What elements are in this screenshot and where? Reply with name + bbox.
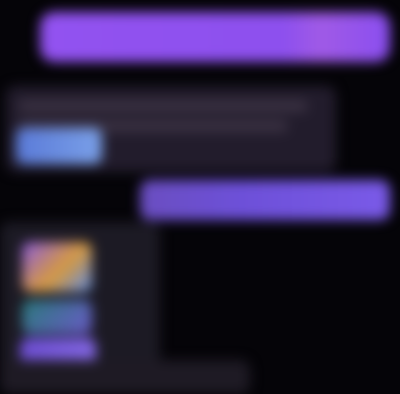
message-text <box>140 180 141 181</box>
message-text <box>0 222 1 223</box>
incoming-message-bubble[interactable] <box>0 360 250 394</box>
chat-thread <box>0 0 400 394</box>
incoming-message-bubble[interactable] <box>6 86 336 172</box>
message-text-line <box>18 100 308 112</box>
attachment-thumbnail[interactable] <box>16 128 102 164</box>
outgoing-message-bubble[interactable] <box>40 12 390 62</box>
message-text <box>6 86 7 87</box>
message-text <box>0 360 1 361</box>
message-text <box>40 12 41 13</box>
image-attachment[interactable] <box>22 242 92 292</box>
image-attachment[interactable] <box>22 300 92 334</box>
outgoing-message-bubble[interactable] <box>140 180 390 220</box>
